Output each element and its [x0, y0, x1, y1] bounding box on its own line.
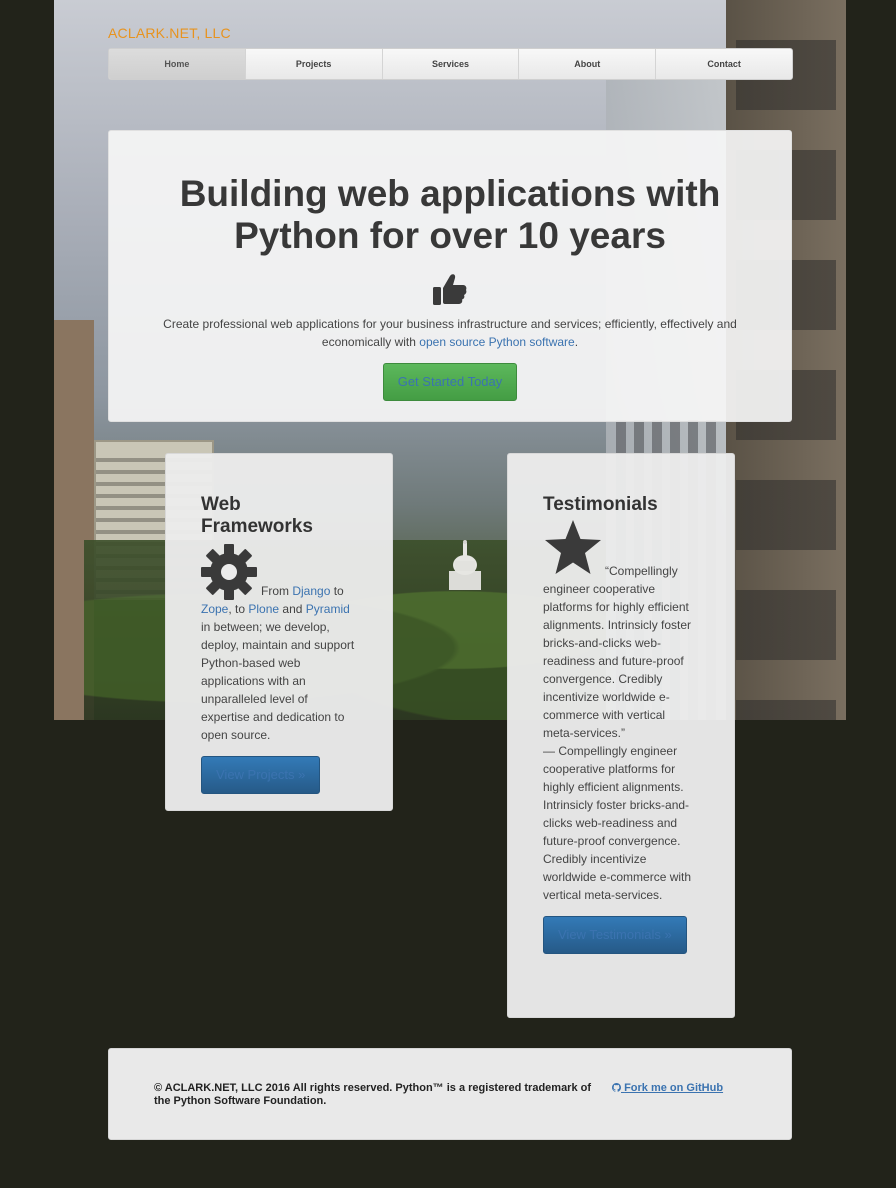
github-link-label: Fork me on GitHub — [624, 1082, 724, 1094]
main-navigation: Home Projects Services About Contact — [108, 48, 793, 80]
open-source-link[interactable]: open source Python software — [419, 335, 574, 349]
footer-copyright: © ACLARK.NET, LLC 2016 All rights reserv… — [154, 1082, 592, 1107]
star-icon — [545, 520, 601, 574]
gear-icon — [201, 544, 257, 600]
testimonial-quote: “Compellingly engineer cooperative platf… — [543, 520, 699, 742]
testimonials-card: Testimonials “Compellingly engineer coop… — [507, 453, 735, 1018]
testimonial-attribution: — Compellingly engineer cooperative plat… — [543, 744, 692, 902]
plone-link[interactable]: Plone — [248, 602, 279, 616]
brand-logo[interactable]: ACLARK.NET, LLC — [108, 25, 231, 41]
text-rest: in between; we develop, deploy, maintain… — [201, 620, 355, 742]
nav-home[interactable]: Home — [109, 49, 246, 79]
nav-about[interactable]: About — [519, 49, 657, 79]
hero-intro-end: . — [574, 335, 579, 349]
web-frameworks-text: From Django to Zope, to Plone and Pyrami… — [201, 544, 357, 744]
text-from: From — [261, 584, 293, 598]
text-to: to — [330, 584, 344, 598]
get-started-button[interactable]: Get Started Today — [383, 363, 517, 401]
github-icon — [612, 1083, 621, 1092]
testimonial-quote-text: “Compellingly engineer cooperative platf… — [543, 564, 692, 740]
hero-intro: Create professional web applications for… — [149, 315, 751, 351]
web-frameworks-title: Web Frameworks — [201, 494, 313, 537]
nav-services[interactable]: Services — [382, 49, 520, 79]
nav-contact[interactable]: Contact — [656, 49, 792, 79]
text-to-2: , to — [228, 602, 249, 616]
hero-heading-line2: Python for over 10 years — [234, 215, 666, 256]
footer: © ACLARK.NET, LLC 2016 All rights reserv… — [108, 1048, 792, 1140]
thumbs-up-icon — [433, 274, 467, 305]
view-projects-button[interactable]: View Projects » — [201, 756, 321, 794]
hero-heading-line1: Building web applications with — [179, 173, 721, 214]
django-link[interactable]: Django — [292, 584, 330, 598]
hero-panel: Building web applications with Python fo… — [108, 130, 792, 422]
web-frameworks-card: Web Frameworks From Django to Zope, to P… — [165, 453, 393, 811]
text-and: and — [279, 602, 306, 616]
pyramid-link[interactable]: Pyramid — [306, 602, 350, 616]
nav-projects[interactable]: Projects — [245, 49, 383, 79]
testimonials-title: Testimonials — [543, 494, 658, 515]
zope-link[interactable]: Zope — [201, 602, 228, 616]
view-testimonials-button[interactable]: View Testimonials » — [543, 916, 687, 954]
hero-heading: Building web applications with Python fo… — [109, 173, 791, 257]
github-link[interactable]: Fork me on GitHub — [612, 1082, 723, 1094]
